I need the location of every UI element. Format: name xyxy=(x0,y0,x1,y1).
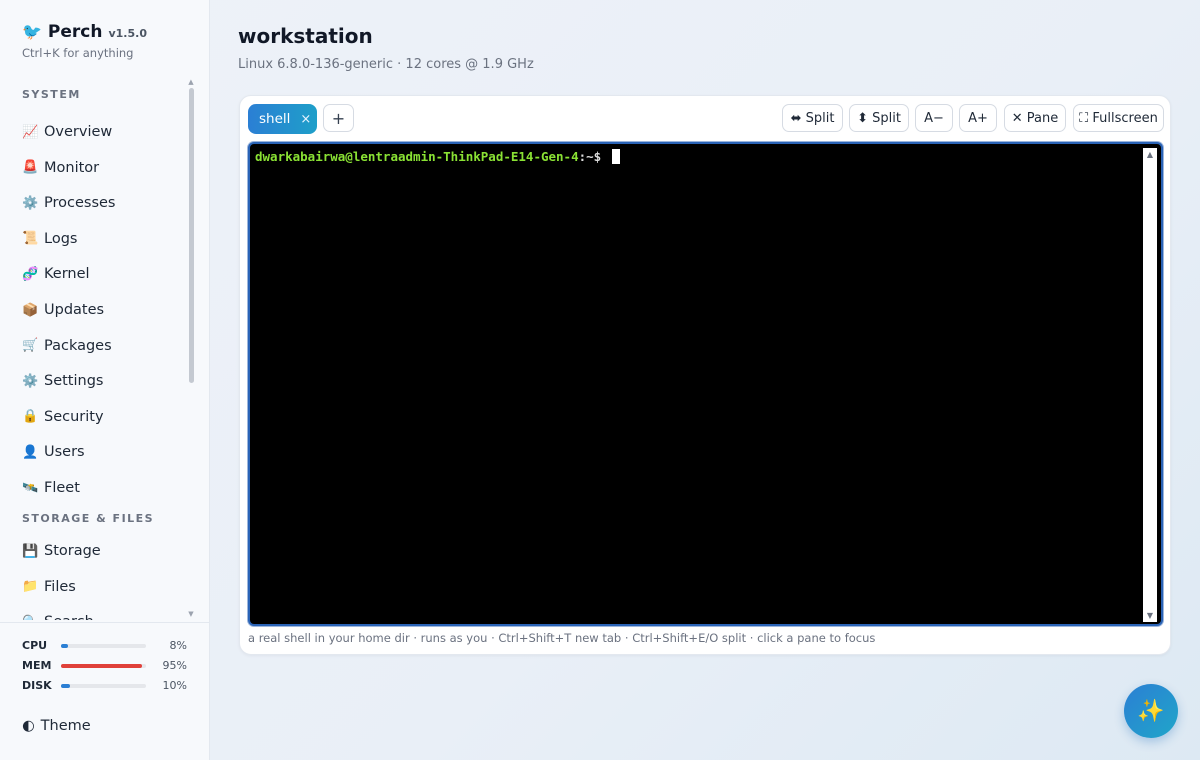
prompt-user-host: dwarkabairwa@lentraadmin-ThinkPad-E14-Ge… xyxy=(255,149,579,164)
split-horizontal-button[interactable]: ⬌ Split xyxy=(782,104,843,132)
sidebar-item-label: Search xyxy=(44,614,94,620)
sidebar: 🐦 Perch v1.5.0 Ctrl+K for anything SYSTE… xyxy=(0,0,210,760)
bird-icon: 🐦 xyxy=(22,22,42,41)
sidebar-item-security[interactable]: 🔒 Security xyxy=(22,403,182,431)
scroll-up-icon[interactable]: ▲ xyxy=(1143,150,1157,159)
metric-label: DISK xyxy=(22,679,52,692)
close-pane-button[interactable]: ✕ Pane xyxy=(1004,104,1066,132)
satellite-icon: 🛰️ xyxy=(22,480,39,496)
metric-fill xyxy=(61,644,68,648)
tab-label: shell xyxy=(259,111,291,127)
section-label: STORAGE & FILES xyxy=(22,512,155,525)
shell-prompt: dwarkabairwa@lentraadmin-ThinkPad-E14-Ge… xyxy=(255,149,620,164)
contrast-icon: ◐ xyxy=(22,718,35,734)
folder-icon: 📁 xyxy=(22,579,39,595)
metric-label: CPU xyxy=(22,639,48,652)
sidebar-item-users[interactable]: 👤 Users xyxy=(22,438,182,466)
sidebar-item-overview[interactable]: 📈 Overview xyxy=(22,118,182,146)
disk-icon: 💾 xyxy=(22,543,39,559)
metric-bar xyxy=(61,664,146,668)
command-palette-hint: Ctrl+K for anything xyxy=(22,46,134,60)
scroll-down-icon[interactable]: ▼ xyxy=(187,610,195,618)
split-vertical-button[interactable]: ⬍ Split xyxy=(849,104,909,132)
terminal-panel: shell × + ⬌ Split ⬍ Split A− A+ ✕ Pane ⛶ Full… xyxy=(239,95,1171,655)
prompt-path: :~$ xyxy=(578,149,609,164)
lock-icon: 🔒 xyxy=(22,409,39,425)
terminal-pane[interactable]: dwarkabairwa@lentraadmin-ThinkPad-E14-Ge… xyxy=(248,142,1163,626)
sidebar-item-processes[interactable]: ⚙️ Processes xyxy=(22,189,182,217)
system-info: Linux 6.8.0-136-generic · 12 cores @ 1.9… xyxy=(238,57,534,72)
metric-cpu: CPU 8% xyxy=(22,639,190,653)
user-icon: 👤 xyxy=(22,444,39,460)
cart-icon: 🛒 xyxy=(22,338,39,354)
sidebar-item-label: Monitor xyxy=(44,159,100,176)
package-icon: 📦 xyxy=(22,302,39,318)
sidebar-item-updates[interactable]: 📦 Updates xyxy=(22,296,182,324)
metric-bar xyxy=(61,684,146,688)
terminal-help-text: a real shell in your home dir · runs as … xyxy=(248,631,876,645)
app-version: v1.5.0 xyxy=(108,27,147,40)
sidebar-item-label: Files xyxy=(44,578,76,595)
sparkles-icon: ✨ xyxy=(1137,698,1165,724)
sidebar-item-kernel[interactable]: 🧬 Kernel xyxy=(22,260,182,288)
sidebar-item-label: Packages xyxy=(44,337,112,354)
search-icon: 🔍 xyxy=(22,615,38,620)
gear-icon: ⚙️ xyxy=(22,373,39,389)
gear-icon: ⚙️ xyxy=(22,195,39,211)
brand: 🐦 Perch v1.5.0 Ctrl+K for anything xyxy=(22,22,147,60)
app-name: Perch xyxy=(47,22,103,42)
fullscreen-button[interactable]: ⛶ Fullscreen xyxy=(1073,104,1164,132)
sidebar-item-storage[interactable]: 💾 Storage xyxy=(22,537,182,565)
sidebar-item-search[interactable]: 🔍 Search xyxy=(22,608,182,620)
new-tab-button[interactable]: + xyxy=(323,104,354,132)
metric-fill xyxy=(61,684,70,688)
terminal-scrollbar[interactable]: ▲ ▼ xyxy=(1143,148,1157,622)
metric-value: 8% xyxy=(169,639,187,652)
section-label: SYSTEM xyxy=(22,88,81,101)
sidebar-item-label: Kernel xyxy=(44,266,90,283)
sidebar-item-label: Security xyxy=(44,408,104,425)
scroll-up-icon[interactable]: ▲ xyxy=(187,78,195,86)
sidebar-item-label: Storage xyxy=(44,543,101,559)
system-metrics: CPU 8% MEM 95% DISK 10% xyxy=(0,622,209,702)
terminal-cursor xyxy=(611,149,620,164)
font-decrease-button[interactable]: A− xyxy=(915,104,953,132)
close-icon[interactable]: × xyxy=(300,112,311,127)
chart-icon: 📈 xyxy=(22,124,39,140)
sidebar-scrollbar[interactable]: ▲ ▼ xyxy=(188,78,194,618)
assistant-button[interactable]: ✨ xyxy=(1124,684,1178,738)
sidebar-scroll-thumb[interactable] xyxy=(189,88,194,383)
sidebar-item-settings[interactable]: ⚙️ Settings xyxy=(22,367,182,395)
siren-icon: 🚨 xyxy=(22,160,39,176)
metric-fill xyxy=(61,664,142,668)
metric-bar xyxy=(61,644,146,648)
font-increase-button[interactable]: A+ xyxy=(959,104,997,132)
metric-value: 10% xyxy=(162,679,187,692)
scroll-icon: 📜 xyxy=(22,231,39,247)
sidebar-item-fleet[interactable]: 🛰️ Fleet xyxy=(22,474,182,502)
sidebar-item-label: Users xyxy=(44,444,85,461)
metric-disk: DISK 10% xyxy=(22,679,190,693)
sidebar-item-label: Processes xyxy=(44,195,116,212)
sidebar-item-label: Settings xyxy=(44,373,104,390)
sidebar-nav[interactable]: SYSTEM 📈 Overview 🚨 Monitor ⚙️ Processes 📜 Logs 🧬… xyxy=(0,80,210,620)
theme-toggle[interactable]: ◐ Theme xyxy=(22,716,91,736)
tab-shell[interactable]: shell × xyxy=(248,104,317,134)
sidebar-item-files[interactable]: 📁 Files xyxy=(22,573,182,601)
page-title: workstation xyxy=(238,24,373,48)
theme-label: Theme xyxy=(40,718,91,734)
sidebar-item-packages[interactable]: 🛒 Packages xyxy=(22,332,182,360)
metric-value: 95% xyxy=(162,659,187,672)
scroll-down-icon[interactable]: ▼ xyxy=(1143,611,1157,620)
metric-mem: MEM 95% xyxy=(22,659,190,673)
sidebar-item-monitor[interactable]: 🚨 Monitor xyxy=(22,154,182,182)
sidebar-item-label: Overview xyxy=(44,124,113,140)
sidebar-item-label: Fleet xyxy=(44,480,80,496)
dna-icon: 🧬 xyxy=(22,266,39,282)
sidebar-item-label: Updates xyxy=(44,302,105,318)
sidebar-item-label: Logs xyxy=(44,230,78,247)
sidebar-item-logs[interactable]: 📜 Logs xyxy=(22,225,182,253)
metric-label: MEM xyxy=(22,659,52,672)
